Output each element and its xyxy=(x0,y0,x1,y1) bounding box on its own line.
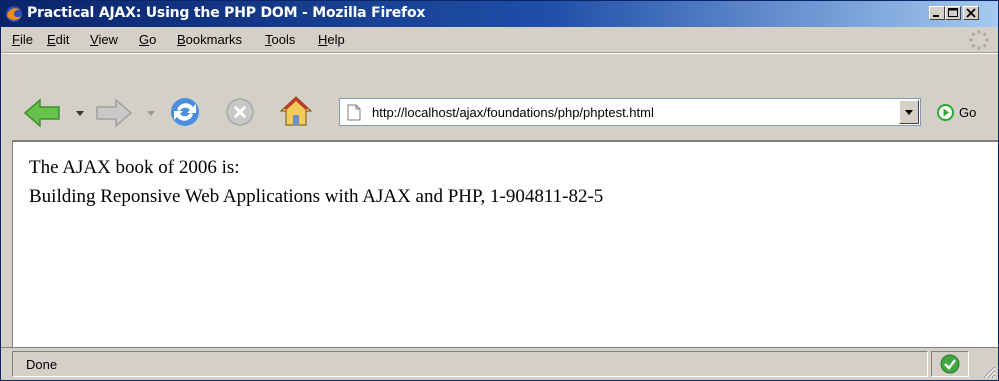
minimize-icon xyxy=(933,15,939,17)
forward-dropdown-icon[interactable] xyxy=(147,111,155,117)
url-text[interactable]: http://localhost/ajax/foundations/php/ph… xyxy=(372,105,654,120)
title-bar: Practical AJAX: Using the PHP DOM - Mozi… xyxy=(1,1,998,27)
stop-icon[interactable] xyxy=(224,96,256,128)
firefox-logo-icon xyxy=(6,6,22,22)
go-arrow-icon xyxy=(937,104,954,121)
close-icon xyxy=(966,8,976,18)
browser-window: Practical AJAX: Using the PHP DOM - Mozi… xyxy=(0,0,999,381)
menu-bar: File Edit View Go Bookmarks Tools Help xyxy=(1,27,998,53)
menu-edit[interactable]: Edit xyxy=(47,32,69,47)
menu-view[interactable]: View xyxy=(90,32,118,47)
page-content: The AJAX book of 2006 is: Building Repon… xyxy=(12,141,998,347)
back-arrow-icon[interactable] xyxy=(23,98,63,128)
status-icon-panel[interactable] xyxy=(931,351,969,377)
menu-file[interactable]: File xyxy=(12,32,33,47)
maximize-icon xyxy=(948,8,958,17)
page-icon xyxy=(347,104,361,121)
close-button[interactable] xyxy=(963,6,979,20)
menu-bookmarks[interactable]: Bookmarks xyxy=(177,32,242,47)
window-title: Practical AJAX: Using the PHP DOM - Mozi… xyxy=(27,5,426,21)
address-bar[interactable]: http://localhost/ajax/foundations/php/ph… xyxy=(339,98,921,126)
throbber-icon xyxy=(969,30,989,50)
maximize-button[interactable] xyxy=(945,6,961,20)
url-dropdown-button[interactable] xyxy=(899,100,919,124)
forward-arrow-icon[interactable] xyxy=(93,98,133,128)
status-text: Done xyxy=(26,357,58,372)
reload-icon[interactable] xyxy=(168,95,202,129)
status-bar: Done xyxy=(1,347,998,380)
resize-grip-icon[interactable] xyxy=(980,363,996,379)
content-left-border xyxy=(1,139,12,347)
content-heading-text: The AJAX book of 2006 is: xyxy=(29,157,240,178)
go-label: Go xyxy=(959,105,977,120)
chevron-down-icon xyxy=(905,110,913,115)
navigation-toolbar: http://localhost/ajax/foundations/php/ph… xyxy=(1,53,998,141)
status-text-panel: Done xyxy=(12,351,928,377)
minimize-button[interactable] xyxy=(929,6,945,20)
check-status-icon xyxy=(940,354,960,374)
home-icon[interactable] xyxy=(278,94,314,128)
menu-tools[interactable]: Tools xyxy=(265,32,295,47)
content-book-text: Building Reponsive Web Applications with… xyxy=(29,186,604,207)
back-dropdown-icon[interactable] xyxy=(76,111,84,117)
menu-go[interactable]: Go xyxy=(139,32,156,47)
menu-help[interactable]: Help xyxy=(318,32,345,47)
